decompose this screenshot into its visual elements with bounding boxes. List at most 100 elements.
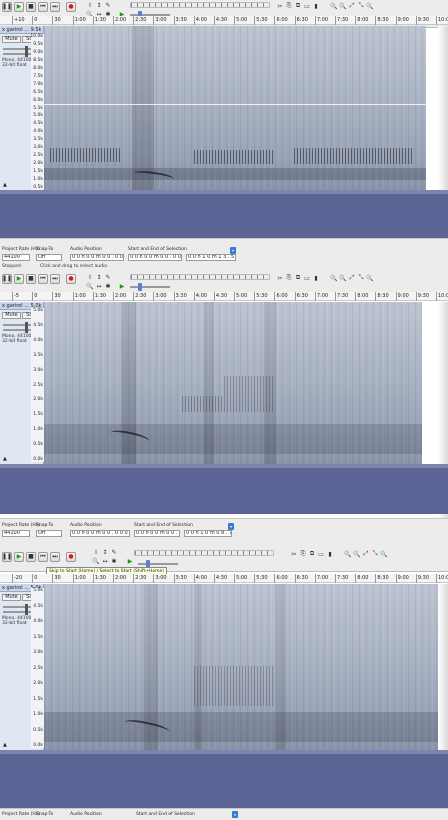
collapse-icon[interactable]: ▲ [3,456,7,462]
project-rate-select[interactable]: 44100 [2,254,30,261]
play-button[interactable]: ▶ [14,552,24,562]
zoom-tool[interactable]: 🔍 [92,557,100,565]
zoom-out-icon[interactable]: 🔍 [339,274,347,282]
record-button[interactable]: ● [66,2,76,12]
stop-button[interactable]: ■ [26,274,36,284]
silence-icon[interactable]: ▮ [326,550,334,558]
copy-icon[interactable]: ⎘ [285,2,293,10]
pause-button[interactable]: ❚❚ [2,552,12,562]
selection-format-dropdown[interactable]: ▾ [228,523,234,530]
recording-meter[interactable] [130,274,270,280]
collapse-icon[interactable]: ▲ [3,182,7,188]
selection-tool[interactable]: I [86,1,94,9]
play-button[interactable]: ▶ [14,274,24,284]
mute-button[interactable]: Mute [2,594,21,601]
collapse-icon[interactable]: ▲ [3,742,7,748]
audio-position-field[interactable]: 0 0 h 0 0 m 0 0 . 0 0 0 s [70,254,124,261]
pause-button[interactable]: ❚❚ [2,274,12,284]
playback-speed-slider[interactable] [138,560,178,568]
empty-track-area[interactable] [0,194,448,238]
skip-start-button[interactable]: ⏮ [38,2,48,12]
audio-position-field[interactable]: 0 0 h 0 0 m 0 0 . 0 0 0 s [70,530,130,537]
fit-project-icon[interactable]: ⤡ [357,2,365,10]
fit-project-icon[interactable]: ⤡ [357,274,365,282]
timeline-ruler[interactable]: -5 0 30 1:00 1:30 2:00 2:30 3:00 3:30 4:00 4:30 5:0… [0,292,448,301]
recording-meter[interactable] [134,550,274,556]
silence-icon[interactable]: ▮ [312,2,320,10]
empty-track-area[interactable] [0,754,448,808]
selection-format-dropdown[interactable]: ▾ [232,811,238,818]
pan-knob[interactable] [25,609,29,615]
stop-button[interactable]: ■ [26,2,36,12]
copy-icon[interactable]: ⎘ [299,550,307,558]
spectrogram-view[interactable] [44,584,438,750]
paste-icon[interactable]: ⧉ [294,274,302,282]
skip-end-button[interactable]: ⏭ [50,2,60,12]
snap-to-select[interactable]: Off [36,254,62,261]
envelope-tool[interactable]: ↕ [101,548,109,556]
skip-end-button[interactable]: ⏭ [50,274,60,284]
cut-icon[interactable]: ✂ [276,274,284,282]
zoom-out-icon[interactable]: 🔍 [353,550,361,558]
trim-icon[interactable]: ▭ [317,550,325,558]
spectrogram-view[interactable] [44,26,426,190]
multi-tool[interactable]: ✱ [110,557,118,565]
draw-tool[interactable]: ✎ [104,1,112,9]
fit-selection-icon[interactable]: ⤢ [362,550,370,558]
zoom-toggle-icon[interactable]: 🔍 [366,274,374,282]
slider-knob[interactable] [138,283,142,291]
draw-tool[interactable]: ✎ [110,548,118,556]
selection-tool[interactable]: I [92,548,100,556]
zoom-tool[interactable]: 🔍 [86,282,94,290]
paste-icon[interactable]: ⧉ [308,550,316,558]
selection-end-field[interactable]: 0 0 h 1 0 m 0 8 . 7 5 5 s [184,530,232,537]
empty-track-area[interactable] [0,468,448,514]
project-rate-select[interactable]: 44100 [2,530,30,537]
copy-icon[interactable]: ⎘ [285,274,293,282]
zoom-out-icon[interactable]: 🔍 [339,2,347,10]
pan-knob[interactable] [25,327,29,333]
recording-meter[interactable] [130,2,270,8]
snap-to-select[interactable]: Off [36,530,62,537]
timeshift-tool[interactable]: ↔ [95,282,103,290]
zoom-in-icon[interactable]: 🔍 [344,550,352,558]
silence-icon[interactable]: ▮ [312,274,320,282]
trim-icon[interactable]: ▭ [303,274,311,282]
selection-end-field[interactable]: 0 0 h 1 0 m 1 3 . 5 5 2 s [186,254,236,261]
playback-speed-slider[interactable] [130,283,170,291]
pan-knob[interactable] [25,51,29,57]
fit-selection-icon[interactable]: ⤢ [348,2,356,10]
play-at-speed-button[interactable]: ▶ [118,282,126,290]
zoom-toggle-icon[interactable]: 🔍 [366,2,374,10]
selection-start-field[interactable]: 0 0 h 0 0 m 0 0 . 0 0 0 s [134,530,180,537]
draw-tool[interactable]: ✎ [104,273,112,281]
skip-end-button[interactable]: ⏭ [50,552,60,562]
play-at-speed-button[interactable]: ▶ [126,557,134,565]
play-button[interactable]: ▶ [14,2,24,12]
spectrogram-view[interactable] [44,302,422,464]
pause-button[interactable]: ❚❚ [2,2,12,12]
stop-button[interactable]: ■ [26,552,36,562]
envelope-tool[interactable]: ↕ [95,273,103,281]
record-button[interactable]: ● [66,274,76,284]
record-button[interactable]: ● [66,552,76,562]
timeline-ruler[interactable]: +10 0 30 1:00 1:30 2:00 2:30 3:00 3:30 4:00 4:30 5:… [0,16,448,25]
skip-start-button[interactable]: ⏮ [38,552,48,562]
zoom-toggle-icon[interactable]: 🔍 [380,550,388,558]
mute-button[interactable]: Mute [2,36,21,43]
track-name[interactable]: x garirol ... 9.5k [0,26,43,34]
paste-icon[interactable]: ⧉ [294,2,302,10]
cut-icon[interactable]: ✂ [290,550,298,558]
fit-selection-icon[interactable]: ⤢ [348,274,356,282]
trim-icon[interactable]: ▭ [303,2,311,10]
fit-project-icon[interactable]: ⤡ [371,550,379,558]
multi-tool[interactable]: ✱ [104,282,112,290]
selection-tool[interactable]: I [86,273,94,281]
skip-start-button[interactable]: ⏮ [38,274,48,284]
envelope-tool[interactable]: ↕ [95,1,103,9]
zoom-in-icon[interactable]: 🔍 [330,274,338,282]
cut-icon[interactable]: ✂ [276,2,284,10]
timeline-ruler[interactable]: -20 0 30 1:00 1:30 2:00 2:30 3:00 3:30 4:00 4:30 5:… [0,574,448,583]
zoom-in-icon[interactable]: 🔍 [330,2,338,10]
mute-button[interactable]: Mute [2,312,21,319]
